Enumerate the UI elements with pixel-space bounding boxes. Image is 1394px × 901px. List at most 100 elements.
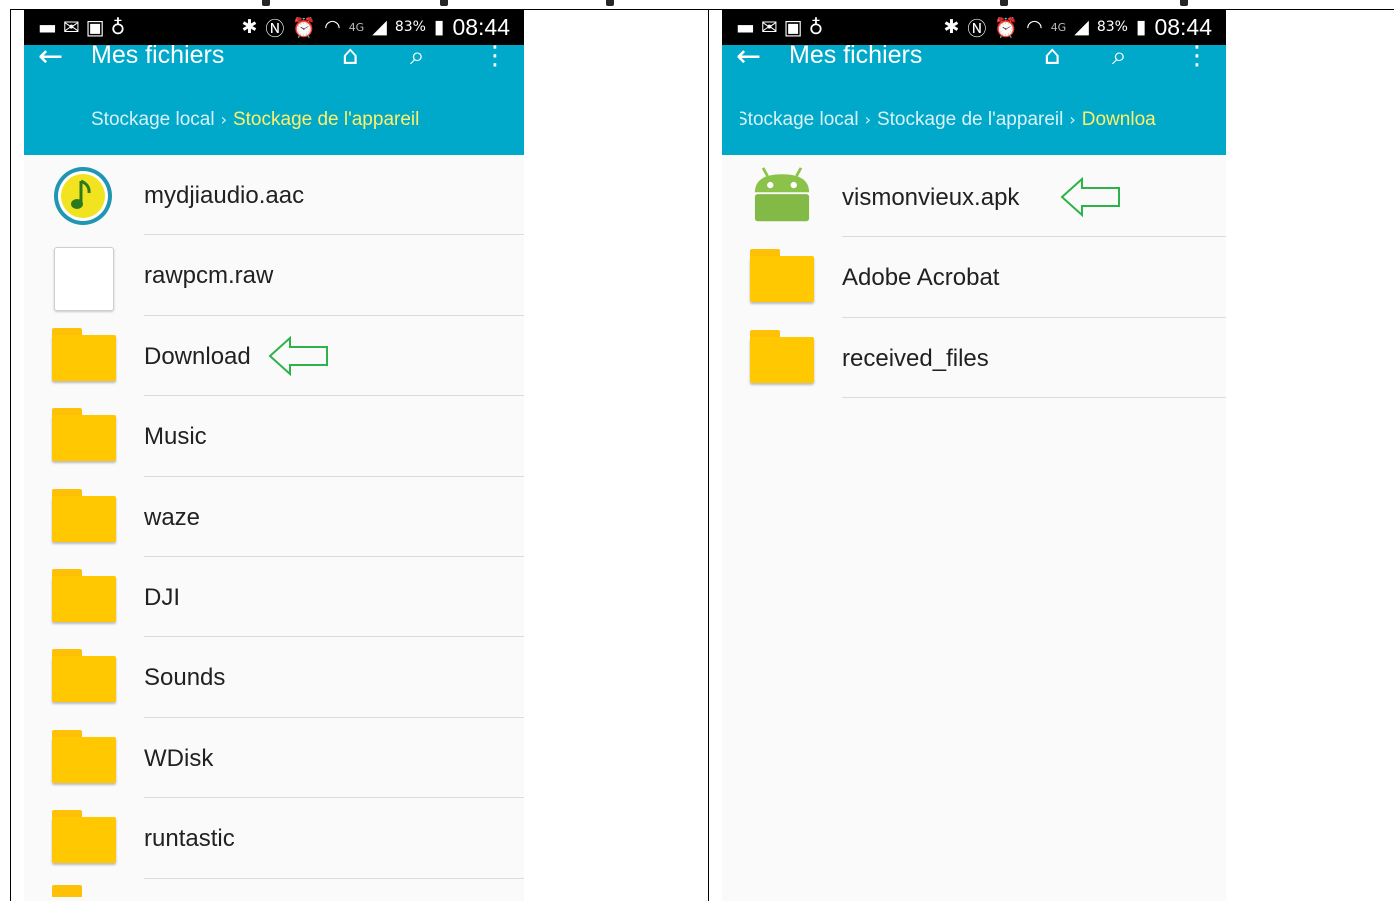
gallery-icon: ▣ [85,15,111,39]
home-icon[interactable]: ⌂ [342,41,359,71]
file-name: Download [144,342,251,370]
list-item[interactable]: rawpcm.raw [24,235,524,316]
breadcrumb-item[interactable]: Stockage local [91,109,215,130]
home-icon[interactable]: ⌂ [1044,41,1061,71]
folder-icon [52,408,116,464]
list-item[interactable]: Sounds [24,637,524,718]
breadcrumb-item[interactable]: Stockage de l'appareil [877,109,1063,130]
back-arrow-icon[interactable]: ← [38,39,63,74]
bluetooth-icon: ✱ [943,16,960,38]
cropped-document-text [0,0,1394,9]
list-item[interactable]: WDisk [24,718,524,799]
app-bar: ← Mes fichiers ⌂ ⌕ ⋮ Stockage local › Stoc… [722,39,1226,155]
list-item[interactable]: received_files [722,318,1226,399]
alarm-icon: ⏰ [292,16,317,39]
network-type: 4G [1050,20,1067,34]
app-bar: ← Mes fichiers ⌂ ⌕ ⋮ Stockage local › Stoc… [24,39,524,155]
message-icon: ▬ [736,15,761,39]
android-apk-icon [754,167,810,222]
breadcrumb-item-current[interactable]: Stockage de l'appareil [233,109,419,130]
folder-icon [52,327,116,384]
message-icon: ▬ [38,15,63,39]
clock: 08:44 [452,13,510,40]
list-item[interactable]: Adobe Acrobat [722,237,1226,318]
divider [144,877,524,879]
folder-icon [52,729,116,786]
clock: 08:44 [1154,13,1212,40]
nfc-icon: Ⓝ [967,17,987,40]
battery-percent: 83% [1096,19,1128,35]
battery-icon: ▮ [1135,16,1147,38]
file-name: WDisk [144,744,214,772]
file-name: mydjiaudio.aac [144,182,305,209]
battery-percent: 83% [394,19,426,35]
status-right-icons: ✱ Ⓝ ⏰ ◠ 4G ◢ 83% ▮ 08:44 [241,13,510,41]
breadcrumb-item-current[interactable]: Downloa [1082,109,1156,130]
file-icon [52,247,116,312]
left-phone-screenshot: ▬✉▣♁ ✱ Ⓝ ⏰ ◠ 4G ◢ 83% ▮ 08:44 ← Mes fich… [24,9,524,901]
nfc-icon: Ⓝ [265,17,285,40]
folder-icon [52,568,116,625]
status-left-icons: ▬✉▣♁ [736,15,829,39]
file-list: mydjiaudio.aac rawpcm.raw Download Music… [24,155,524,897]
search-icon[interactable]: ⌕ [410,41,425,72]
folder-icon [52,649,116,705]
mail-icon: ✉ [760,15,784,39]
folder-icon [750,329,814,386]
breadcrumb: Stockage local › Stockage de l'appareil › Do… [740,109,1210,131]
chevron-right-icon: › [220,110,227,129]
breadcrumb: Stockage local › Stockage de l'appareil [91,109,419,131]
annotation-arrow-icon [1060,177,1120,217]
divider [842,397,1226,399]
page-title: Mes fichiers [91,41,225,69]
page-title: Mes fichiers [789,41,923,69]
status-bar: ▬✉▣♁ ✱ Ⓝ ⏰ ◠ 4G ◢ 83% ▮ 08:44 [722,9,1226,45]
status-right-icons: ✱ Ⓝ ⏰ ◠ 4G ◢ 83% ▮ 08:44 [943,13,1212,41]
list-item[interactable]: vismonvieux.apk [722,157,1226,238]
chevron-right-icon: › [864,110,871,129]
search-icon[interactable]: ⌕ [1112,41,1127,72]
file-name: Music [144,423,207,451]
back-arrow-icon[interactable]: ← [736,39,761,74]
file-name: runtastic [144,825,235,853]
audio-file-icon [54,167,112,225]
gallery-icon: ▣ [783,15,809,39]
table-middle-border [708,9,709,901]
file-list: vismonvieux.apk Adobe Acrobat received_f… [722,157,1226,399]
file-name: vismonvieux.apk [842,184,1020,211]
bluetooth-icon: ✱ [241,16,258,38]
list-item[interactable]: runtastic [24,798,524,879]
more-options-icon[interactable]: ⋮ [1184,41,1210,71]
list-item[interactable]: DJI [24,557,524,638]
folder-icon [52,488,116,545]
list-item[interactable]: Download [24,316,524,397]
breadcrumb-item[interactable]: Stockage local [740,109,859,130]
list-item[interactable]: waze [24,477,524,557]
file-name: Adobe Acrobat [842,264,1000,292]
mail-icon: ✉ [62,15,86,39]
folder-icon [52,885,116,901]
file-name: DJI [144,583,180,611]
annotation-arrow-icon [268,335,328,376]
mic-icon: ♁ [110,15,132,39]
wifi-icon: ◠ [324,16,341,38]
signal-icon: ◢ [1074,16,1089,38]
folder-icon [52,810,116,866]
file-name: rawpcm.raw [144,262,274,290]
status-bar: ▬✉▣♁ ✱ Ⓝ ⏰ ◠ 4G ◢ 83% ▮ 08:44 [24,9,524,45]
folder-icon [750,249,814,305]
file-name: received_files [842,344,989,372]
table-left-border [10,9,11,901]
list-item[interactable]: Music [24,396,524,477]
more-options-icon[interactable]: ⋮ [482,41,508,71]
battery-icon: ▮ [433,16,445,38]
signal-icon: ◢ [372,16,387,38]
status-left-icons: ▬✉▣♁ [38,15,131,39]
mic-icon: ♁ [808,15,830,39]
list-item[interactable]: mydjiaudio.aac [24,155,524,236]
alarm-icon: ⏰ [994,16,1019,39]
network-type: 4G [348,20,365,34]
file-name: waze [144,503,201,531]
chevron-right-icon: › [1069,110,1076,129]
file-name: Sounds [144,664,226,692]
